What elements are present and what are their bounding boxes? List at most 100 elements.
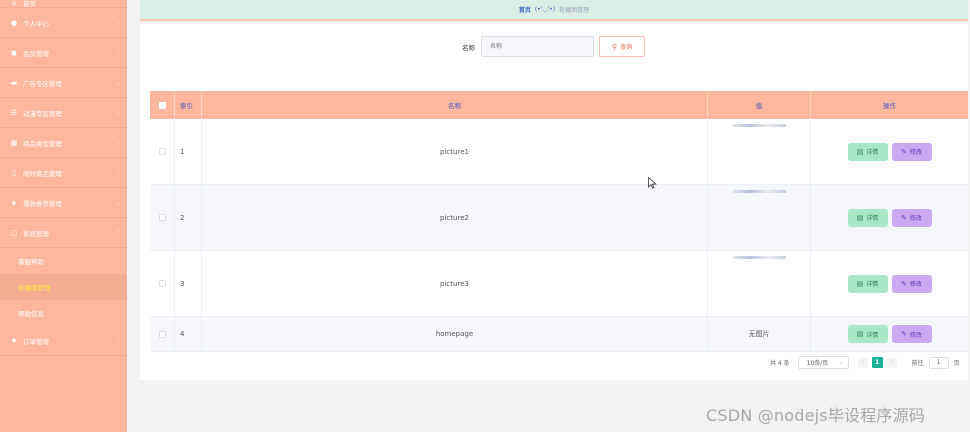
- sidebar-item-system-management[interactable]: ▢ 系统管理 ⌃: [0, 218, 127, 248]
- sidebar-item-anime-zone[interactable]: ☰ 动漫专区管理 ⌄: [0, 98, 127, 128]
- header-value: 值: [708, 91, 811, 119]
- row-image-cell: [708, 251, 811, 316]
- member-icon: ◼: [11, 48, 17, 57]
- edit-label: 修改: [909, 281, 922, 288]
- next-page-button[interactable]: ›: [886, 357, 897, 368]
- page-number-current[interactable]: 1: [871, 357, 883, 368]
- sidebar-item-label: 订单管理: [23, 337, 49, 346]
- chevron-down-icon: ⌄: [115, 169, 121, 176]
- pagination: 共 4 条 10条/页 ⌄ ‹ 1 › 前往 1 页: [770, 356, 960, 369]
- breadcrumb-face: (•'◡'•): [534, 6, 556, 13]
- monitor-icon: ▬: [10, 78, 18, 87]
- edit-button[interactable]: ✎ 修改: [891, 208, 932, 227]
- sidebar-subitem-help-info[interactable]: 帮助信息: [0, 300, 127, 326]
- row-index: 1: [175, 119, 202, 184]
- pagination-total: 共 4 条: [770, 360, 790, 367]
- page-size-select[interactable]: 10条/页 ⌄: [797, 356, 849, 369]
- row-actions: ▤ 详情 ✎ 修改: [811, 185, 968, 250]
- phone-icon: ▯: [12, 168, 16, 177]
- edit-button[interactable]: ✎ 修改: [891, 325, 932, 343]
- chevron-down-icon: ⌄: [115, 49, 121, 56]
- sidebar-item-label: 爆款推荐管理: [23, 199, 62, 208]
- chevron-down-icon: ⌄: [115, 19, 121, 26]
- edit-label: 修改: [909, 215, 922, 222]
- row-image-cell: [708, 119, 811, 184]
- detail-button[interactable]: ▤ 详情: [847, 142, 888, 161]
- row-checkbox[interactable]: [158, 280, 166, 287]
- row-name: picture3: [202, 251, 708, 316]
- row-name: picture1: [202, 119, 708, 184]
- sidebar-item-order-management[interactable]: ♦ 订单管理 ⌄: [0, 326, 127, 356]
- document-icon: ▤: [856, 330, 864, 338]
- edit-button[interactable]: ✎ 修改: [891, 274, 932, 293]
- data-table: 索引 名称 值 操作 1 picture1 ▤ 详情 ✎ 修改 2 picture2…: [150, 91, 968, 352]
- detail-button[interactable]: ▤ 详情: [847, 208, 888, 227]
- chevron-down-icon: ⌄: [838, 359, 844, 366]
- search-button[interactable]: ⚲ 查询: [599, 36, 645, 57]
- detail-button[interactable]: ▤ 详情: [847, 274, 888, 293]
- watermark-text: CSDN @nodejs毕设程序源码: [706, 406, 926, 425]
- sidebar-item-member-management[interactable]: ◼ 会员管理 ⌄: [0, 38, 127, 68]
- chevron-down-icon: ⌄: [115, 79, 121, 86]
- row-name: picture2: [202, 185, 708, 250]
- tag-icon: ◈: [11, 198, 17, 207]
- thumbnail-image: [733, 124, 786, 127]
- row-index: 2: [175, 185, 202, 250]
- chevron-down-icon: ⌄: [115, 139, 121, 146]
- row-checkbox[interactable]: [158, 214, 166, 221]
- grid-icon: ▦: [10, 138, 18, 147]
- goto-unit: 页: [953, 360, 960, 367]
- table-row: 4 homepage 无图片 ▤ 详情 ✎ 修改: [150, 317, 968, 352]
- edit-label: 修改: [909, 331, 922, 339]
- pencil-icon: ✎: [901, 213, 907, 222]
- table-row: 2 picture2 ▤ 详情 ✎ 修改: [150, 185, 968, 251]
- goto-label: 前往: [911, 360, 924, 367]
- row-checkbox[interactable]: [158, 330, 166, 338]
- sidebar-subitem-carousel-management[interactable]: 轮播图管理: [0, 274, 127, 300]
- row-index: 3: [175, 251, 202, 316]
- thumbnail-image: [733, 190, 786, 193]
- chevron-left-icon: ‹: [861, 359, 864, 366]
- detail-button[interactable]: ▤ 详情: [847, 325, 888, 343]
- row-index: 4: [175, 317, 202, 351]
- search-input[interactable]: [481, 36, 594, 57]
- detail-label: 详情: [866, 281, 879, 288]
- detail-label: 详情: [866, 331, 879, 339]
- row-value: 无图片: [708, 317, 811, 351]
- breadcrumb: 首页 (•'◡'•) 轮播图管理: [140, 0, 968, 21]
- home-icon: ⌂: [11, 0, 17, 7]
- document-icon: ▤: [856, 279, 864, 288]
- goto-page-input[interactable]: 1: [928, 356, 949, 369]
- chevron-down-icon: ⌄: [115, 199, 121, 206]
- row-checkbox-cell: [150, 251, 175, 316]
- row-checkbox[interactable]: [158, 148, 166, 155]
- document-icon: ▤: [856, 213, 864, 222]
- detail-label: 详情: [866, 215, 879, 222]
- sidebar-item-label: 系统管理: [23, 229, 49, 238]
- bulb-icon: ♦: [10, 336, 18, 345]
- row-checkbox-cell: [150, 119, 175, 184]
- row-actions: ▤ 详情 ✎ 修改: [811, 317, 968, 351]
- breadcrumb-home-link[interactable]: 首页: [519, 5, 531, 14]
- page-size-value: 10条/页: [806, 360, 829, 367]
- sidebar-item-hot-recommend[interactable]: ◈ 爆款推荐管理 ⌄: [0, 188, 127, 218]
- select-all-checkbox[interactable]: [158, 101, 166, 109]
- edit-button[interactable]: ✎ 修改: [891, 142, 932, 161]
- row-name: homepage: [202, 317, 708, 351]
- header-index: 索引: [175, 91, 202, 119]
- sidebar-item-label: 个人中心: [23, 19, 49, 28]
- chevron-down-icon: ⌄: [115, 337, 121, 344]
- sidebar-item-label: 动漫专区管理: [23, 109, 62, 118]
- sidebar-subitem-customer-help[interactable]: 客服帮助: [0, 248, 127, 274]
- prev-page-button[interactable]: ‹: [857, 357, 868, 368]
- sidebar-item-ad-zone[interactable]: ▬ 广告专区管理 ⌄: [0, 68, 127, 98]
- edit-label: 修改: [909, 149, 922, 156]
- header-action: 操作: [883, 102, 896, 110]
- sidebar-item-home[interactable]: ⌂ 首页: [0, 0, 127, 8]
- sidebar-item-product-type[interactable]: ▦ 商品类型管理 ⌄: [0, 128, 127, 158]
- sidebar-item-limited-products[interactable]: ▯ 限时商品管理 ⌄: [0, 158, 127, 188]
- sidebar-item-personal-center[interactable]: ● 个人中心 ⌄: [0, 8, 127, 38]
- header-name: 名称: [202, 91, 708, 119]
- chevron-down-icon: ⌄: [115, 109, 121, 116]
- row-actions: ▤ 详情 ✎ 修改: [811, 119, 968, 184]
